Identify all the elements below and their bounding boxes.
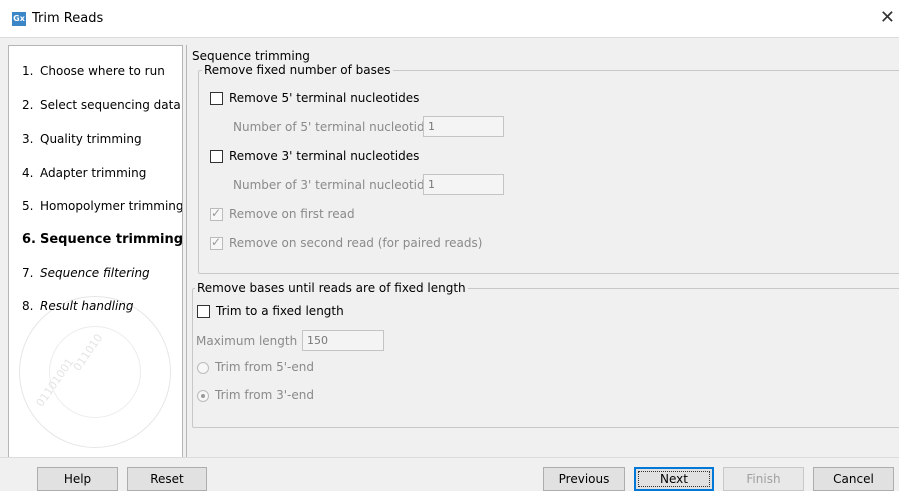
step-item-3: 3. Quality trimming bbox=[22, 132, 142, 146]
remove-first-read-checkbox[interactable] bbox=[210, 206, 223, 221]
trim-from-3-end-radio[interactable] bbox=[197, 390, 209, 402]
next-button[interactable]: Next bbox=[634, 467, 714, 491]
remove-5-terminal-label: Remove 5' terminal nucleotides bbox=[229, 91, 420, 105]
step-item-6-current: 6. Sequence trimming bbox=[22, 232, 183, 247]
step-item-8: 8. Result handling bbox=[22, 299, 134, 313]
cancel-button[interactable]: Cancel bbox=[813, 467, 894, 491]
trim-fixed-length-checkbox[interactable] bbox=[197, 305, 210, 318]
close-icon[interactable]: ✕ bbox=[880, 7, 895, 28]
previous-button[interactable]: Previous bbox=[543, 467, 625, 491]
help-button[interactable]: Help bbox=[37, 467, 118, 491]
remove-5-terminal-checkbox[interactable] bbox=[210, 92, 223, 105]
remove-second-read-label: Remove on second read (for paired reads) bbox=[229, 236, 483, 250]
num-3-terminal-label: Number of 3' terminal nucleotides bbox=[233, 178, 439, 192]
section-title: Sequence trimming bbox=[192, 49, 310, 63]
num-3-terminal-input[interactable]: 1 bbox=[423, 174, 504, 195]
trim-fixed-length-label: Trim to a fixed length bbox=[216, 304, 344, 318]
remove-3-terminal-label: Remove 3' terminal nucleotides bbox=[229, 149, 420, 163]
step-item-4: 4. Adapter trimming bbox=[22, 166, 147, 180]
step-item-5: 5. Homopolymer trimming bbox=[22, 199, 183, 213]
step-item-2: 2. Select sequencing data bbox=[22, 98, 181, 112]
app-icon: Gx bbox=[12, 12, 26, 26]
wizard-steps-panel: 01101001 011010 1. Choose where to run 2.… bbox=[8, 45, 183, 458]
step-item-7: 7. Sequence filtering bbox=[22, 266, 150, 280]
trim-from-5-end-radio[interactable] bbox=[197, 362, 209, 374]
reset-button[interactable]: Reset bbox=[127, 467, 207, 491]
max-length-label: Maximum length bbox=[196, 334, 298, 348]
title-bar: Gx Trim Reads ✕ bbox=[0, 0, 899, 38]
fixed-bases-legend: Remove fixed number of bases bbox=[202, 63, 393, 77]
step-item-1: 1. Choose where to run bbox=[22, 64, 165, 78]
max-length-input[interactable]: 150 bbox=[302, 330, 384, 351]
finish-button[interactable]: Finish bbox=[723, 467, 804, 491]
num-5-terminal-input[interactable]: 1 bbox=[423, 116, 504, 137]
remove-second-read-checkbox[interactable] bbox=[210, 235, 223, 250]
footer-separator bbox=[0, 457, 899, 458]
fixed-length-legend: Remove bases until reads are of fixed le… bbox=[195, 281, 468, 295]
trim-from-3-end-label: Trim from 3'-end bbox=[215, 388, 314, 402]
remove-3-terminal-checkbox[interactable] bbox=[210, 150, 223, 163]
window-title: Trim Reads bbox=[32, 11, 104, 26]
trim-from-5-end-label: Trim from 5'-end bbox=[215, 360, 314, 374]
remove-first-read-label: Remove on first read bbox=[229, 207, 355, 221]
num-5-terminal-label: Number of 5' terminal nucleotides bbox=[233, 120, 439, 134]
